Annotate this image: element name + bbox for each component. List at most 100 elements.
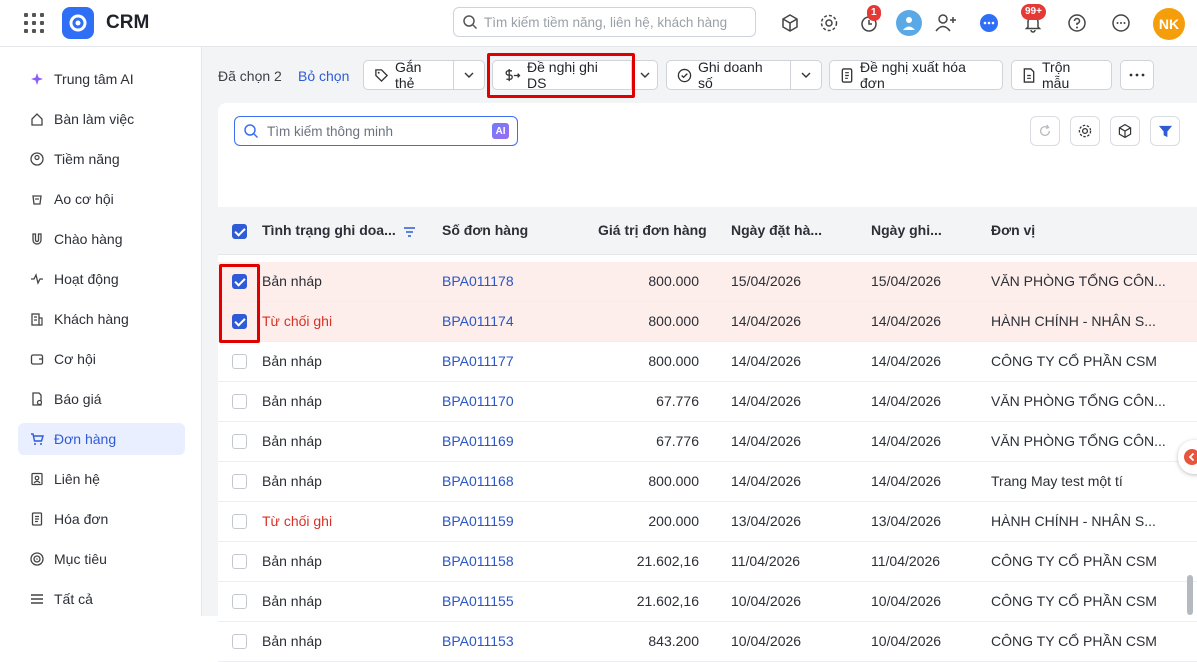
row-checkbox[interactable] <box>232 434 247 449</box>
column-filter-icon[interactable] <box>403 226 416 238</box>
arrow-left-icon <box>1184 449 1197 465</box>
target-icon <box>30 552 44 566</box>
order-number-link[interactable]: BPA011177 <box>442 353 514 369</box>
col-record-date-header[interactable]: Ngày ghi... <box>871 222 942 238</box>
sidebar-item-label: Bàn làm việc <box>54 111 135 127</box>
cart-icon <box>31 433 44 445</box>
chat-icon[interactable] <box>977 11 1001 35</box>
sidebar-item-label: Mục tiêu <box>54 551 107 567</box>
sidebar-item-5[interactable]: Hoạt động <box>18 263 185 295</box>
row-checkbox[interactable] <box>232 514 247 529</box>
col-status-header[interactable]: Tình trạng ghi doa... <box>262 222 396 238</box>
row-checkbox[interactable] <box>232 354 247 369</box>
order-number-link[interactable]: BPA011174 <box>442 313 514 329</box>
order-date-cell: 14/04/2026 <box>731 393 802 409</box>
settings-gear-icon[interactable] <box>817 11 841 35</box>
table-scrollbar[interactable] <box>1187 575 1193 615</box>
sidebar-item-3[interactable]: Ao cơ hội <box>18 183 185 215</box>
ai-chip: AI <box>492 123 509 139</box>
chevron-down-icon <box>640 72 649 78</box>
table-row[interactable]: Từ chối ghi BPA011174 800.000 14/04/2026 14/… <box>218 302 1197 342</box>
sidebar-item-label: Liên hệ <box>54 471 100 487</box>
record-date-cell: 13/04/2026 <box>871 513 942 529</box>
sidebar-item-7[interactable]: Cơ hội <box>18 343 185 375</box>
sidebar-item-11[interactable]: Hóa đơn <box>18 503 185 535</box>
sidebar-item-label: Khách hàng <box>54 311 129 327</box>
table-row[interactable]: Từ chối ghi BPA011159 200.000 13/04/2026 13/… <box>218 502 1197 542</box>
merge-template-button[interactable]: Trộn mẫu <box>1011 59 1112 91</box>
select-all-checkbox[interactable] <box>232 224 247 239</box>
table-row[interactable]: Bản nháp BPA011178 800.000 15/04/2026 15/04/… <box>218 262 1197 302</box>
row-checkbox[interactable] <box>232 474 247 489</box>
table-row[interactable]: Bản nháp BPA011169 67.776 14/04/2026 14/04/2… <box>218 422 1197 462</box>
box-view-button[interactable] <box>1110 116 1140 146</box>
app-grid-icon[interactable] <box>24 13 44 33</box>
package-icon[interactable] <box>778 11 802 35</box>
order-number-link[interactable]: BPA011159 <box>442 513 514 529</box>
help-icon[interactable] <box>1065 11 1089 35</box>
record-revenue-dropdown[interactable] <box>790 60 822 90</box>
sidebar-item-label: Ao cơ hội <box>54 191 114 207</box>
order-number-link[interactable]: BPA011169 <box>442 433 514 449</box>
add-user-icon[interactable] <box>934 11 958 35</box>
sidebar-item-13[interactable]: Tất cả <box>18 583 185 615</box>
filter-button[interactable] <box>1150 116 1180 146</box>
document-icon <box>1023 67 1035 83</box>
table-row[interactable]: Bản nháp BPA011177 800.000 14/04/2026 14/04/… <box>218 342 1197 382</box>
refresh-button[interactable] <box>1030 116 1060 146</box>
col-order-date-header[interactable]: Ngày đặt hà... <box>731 222 822 238</box>
sidebar-item-6[interactable]: Khách hàng <box>18 303 185 335</box>
sidebar-item-1[interactable]: Bàn làm việc <box>18 103 185 135</box>
order-number-link[interactable]: BPA011153 <box>442 633 514 649</box>
smart-search-input[interactable]: Tìm kiếm thông minh AI <box>234 116 518 146</box>
order-value-cell: 800.000 <box>648 473 699 489</box>
selected-count: Đã chọn 2 <box>218 68 282 84</box>
global-search-input[interactable]: Tìm kiếm tiềm năng, liên hệ, khách hàng <box>453 7 756 37</box>
sidebar-item-12[interactable]: Mục tiêu <box>18 543 185 575</box>
unit-cell: VĂN PHÒNG TỔNG CÔN... <box>991 393 1166 409</box>
sidebar-item-10[interactable]: Liên hệ <box>18 463 185 495</box>
order-number-link[interactable]: BPA011168 <box>442 473 514 489</box>
more-options-icon[interactable] <box>1109 11 1133 35</box>
activity-icon <box>31 273 43 285</box>
tag-button-label: Gắn thẻ <box>395 59 422 91</box>
sidebar-item-0[interactable]: Trung tâm AI <box>18 63 185 95</box>
sidebar-item-9[interactable]: Đơn hàng <box>18 423 185 455</box>
table-row[interactable]: Bản nháp BPA011168 800.000 14/04/2026 14/04/… <box>218 462 1197 502</box>
sidebar-item-4[interactable]: Chào hàng <box>18 223 185 255</box>
order-date-cell: 14/04/2026 <box>731 473 802 489</box>
invoice-icon <box>31 512 43 526</box>
table-row[interactable]: Bản nháp BPA011155 21.602,16 10/04/2026 10/0… <box>218 582 1197 622</box>
unit-cell: CÔNG TY CỔ PHẦN CSM <box>991 593 1157 609</box>
user-avatar[interactable]: NK <box>1153 8 1185 40</box>
tag-dropdown-button[interactable] <box>453 60 485 90</box>
order-number-link[interactable]: BPA011158 <box>442 553 514 569</box>
ellipsis-icon <box>1129 73 1145 77</box>
row-checkbox[interactable] <box>232 594 247 609</box>
order-number-link[interactable]: BPA011178 <box>442 273 514 289</box>
propose-revenue-dropdown[interactable] <box>631 60 658 90</box>
table-settings-button[interactable] <box>1070 116 1100 146</box>
more-actions-button[interactable] <box>1120 60 1154 90</box>
order-date-cell: 10/04/2026 <box>731 593 802 609</box>
row-checkbox[interactable] <box>232 554 247 569</box>
deselect-link[interactable]: Bỏ chọn <box>298 68 349 84</box>
order-number-link[interactable]: BPA011155 <box>442 593 514 609</box>
row-checkbox[interactable] <box>232 634 247 649</box>
tag-button[interactable]: Gắn thẻ <box>363 59 454 91</box>
order-number-link[interactable]: BPA011170 <box>442 393 514 409</box>
filter-icon <box>1158 125 1172 137</box>
table-row[interactable]: Bản nháp BPA011153 843.200 10/04/2026 10/04/… <box>218 622 1197 662</box>
user-photo-avatar[interactable] <box>896 10 922 36</box>
row-checkbox[interactable] <box>232 394 247 409</box>
table-row[interactable]: Bản nháp BPA011158 21.602,16 11/04/2026 11/0… <box>218 542 1197 582</box>
order-date-cell: 14/04/2026 <box>731 313 802 329</box>
propose-invoice-button[interactable]: Đề nghị xuất hóa đơn <box>829 59 1003 91</box>
record-revenue-button[interactable]: Ghi doanh số <box>666 59 791 91</box>
col-order-number-header[interactable]: Số đơn hàng <box>442 222 528 238</box>
sidebar-item-2[interactable]: Tiềm năng <box>18 143 185 175</box>
table-row[interactable]: Bản nháp BPA011170 67.776 14/04/2026 14/04/2… <box>218 382 1197 422</box>
col-unit-header[interactable]: Đơn vị <box>991 222 1035 238</box>
col-order-value-header[interactable]: Giá trị đơn hàng <box>598 222 707 238</box>
sidebar-item-8[interactable]: Báo giá <box>18 383 185 415</box>
